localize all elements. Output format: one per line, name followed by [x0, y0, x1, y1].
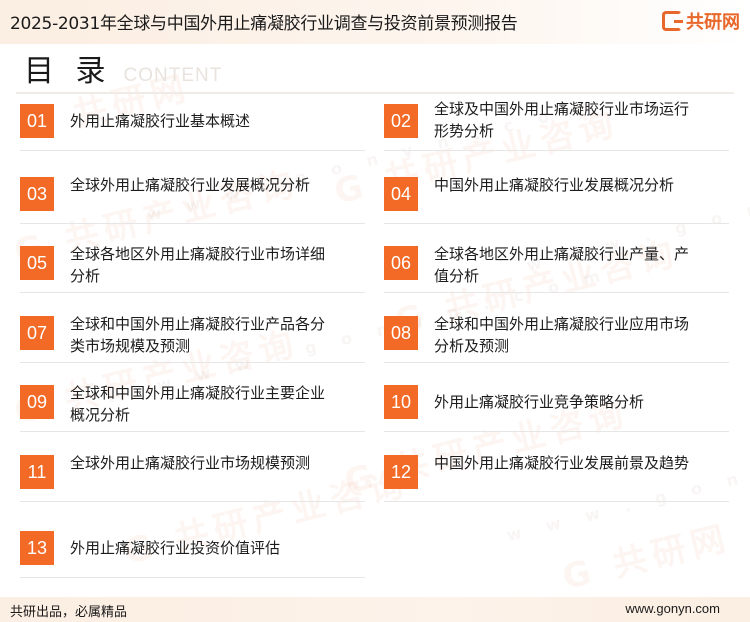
toc-item-label: 全球各地区外用止痛凝胶行业市场详细分析: [70, 245, 326, 285]
toc-title: 目 录: [24, 54, 112, 89]
toc-item[interactable]: 02 全球及中国外用止痛凝胶行业市场运行形势分析: [384, 100, 729, 151]
toc-item-number: 01: [20, 104, 54, 138]
divider: [384, 150, 729, 151]
heading-divider: [16, 92, 734, 94]
toc-item-number: 06: [384, 246, 418, 280]
toc-item-label: 全球和中国外用止痛凝胶行业应用市场分析及预测: [434, 315, 690, 355]
toc-item-number: 03: [20, 177, 54, 211]
toc-item-number: 04: [384, 177, 418, 211]
toc-item[interactable]: 01 外用止痛凝胶行业基本概述: [20, 101, 365, 151]
divider: [384, 501, 729, 502]
toc-item-number: 05: [20, 246, 54, 280]
toc-item-label: 全球和中国外用止痛凝胶行业产品各分类市场规模及预测: [70, 315, 326, 355]
toc-item-label: 全球和中国外用止痛凝胶行业主要企业概况分析: [70, 384, 326, 424]
toc-item[interactable]: 12 中国外用止痛凝胶行业发展前景及趋势: [384, 452, 729, 502]
toc-item-label: 中国外用止痛凝胶行业发展概况分析: [434, 176, 675, 194]
toc-subtitle: CONTENT: [123, 65, 223, 86]
brand-name: 共研网: [686, 12, 740, 33]
divider: [384, 362, 729, 363]
toc-item[interactable]: 09 全球和中国外用止痛凝胶行业主要企业概况分析: [20, 382, 365, 432]
toc-item-number: 12: [384, 455, 418, 489]
toc-item[interactable]: 07 全球和中国外用止痛凝胶行业产品各分类市场规模及预测: [20, 313, 365, 363]
document-title: 2025-2031年全球与中国外用止痛凝胶行业调查与投资前景预测报告: [10, 14, 518, 34]
watermark-logo: G 共研网: [558, 517, 735, 599]
header-bar: 2025-2031年全球与中国外用止痛凝胶行业调查与投资前景预测报告 共研网: [0, 0, 750, 44]
toc-item-number: 02: [384, 104, 418, 138]
toc-item-label: 全球外用止痛凝胶行业发展概况分析: [70, 176, 311, 194]
toc-item[interactable]: 13 外用止痛凝胶行业投资价值评估: [20, 528, 365, 578]
toc-item-number: 09: [20, 385, 54, 419]
footer-slogan: 共研出品，必属精品: [10, 605, 128, 620]
toc-item-label: 外用止痛凝胶行业基本概述: [70, 112, 251, 130]
divider: [20, 150, 365, 151]
footer-website-link[interactable]: www.gonyn.com: [625, 601, 720, 616]
toc-item-number: 10: [384, 385, 418, 419]
toc-heading: 目 录 CONTENT: [24, 46, 223, 89]
toc-item[interactable]: 04 中国外用止痛凝胶行业发展概况分析: [384, 174, 729, 224]
toc-item-label: 外用止痛凝胶行业竞争策略分析: [434, 393, 645, 411]
toc-item-label: 外用止痛凝胶行业投资价值评估: [70, 539, 281, 557]
divider: [20, 431, 365, 432]
toc-item-number: 08: [384, 316, 418, 350]
toc-item-label: 中国外用止痛凝胶行业发展前景及趋势: [434, 454, 690, 472]
toc-item[interactable]: 06 全球各地区外用止痛凝胶行业产量、产值分析: [384, 243, 729, 293]
toc-item-number: 13: [20, 531, 54, 565]
toc-item-label: 全球外用止痛凝胶行业市场规模预测: [70, 454, 311, 472]
toc-item[interactable]: 03 全球外用止痛凝胶行业发展概况分析: [20, 174, 365, 224]
divider: [20, 362, 365, 363]
toc-item-number: 07: [20, 316, 54, 350]
toc-item[interactable]: 05 全球各地区外用止痛凝胶行业市场详细分析: [20, 243, 365, 293]
footer-bar: 共研出品，必属精品 www.gonyn.com: [0, 597, 750, 622]
toc-item[interactable]: 11 全球外用止痛凝胶行业市场规模预测: [20, 452, 365, 502]
toc-item[interactable]: 10 外用止痛凝胶行业竞争策略分析: [384, 382, 729, 432]
divider: [20, 577, 365, 578]
divider: [384, 431, 729, 432]
brand-logo-icon: [662, 11, 683, 31]
toc-item-number: 11: [20, 455, 54, 489]
divider: [20, 501, 365, 502]
divider: [20, 292, 365, 293]
toc-item-label: 全球各地区外用止痛凝胶行业产量、产值分析: [434, 245, 690, 285]
divider: [20, 223, 365, 224]
divider: [384, 223, 729, 224]
toc-item[interactable]: 08 全球和中国外用止痛凝胶行业应用市场分析及预测: [384, 313, 729, 363]
divider: [384, 292, 729, 293]
toc-item-label: 全球及中国外用止痛凝胶行业市场运行形势分析: [434, 100, 690, 140]
brand-logo[interactable]: 共研网: [662, 6, 740, 36]
